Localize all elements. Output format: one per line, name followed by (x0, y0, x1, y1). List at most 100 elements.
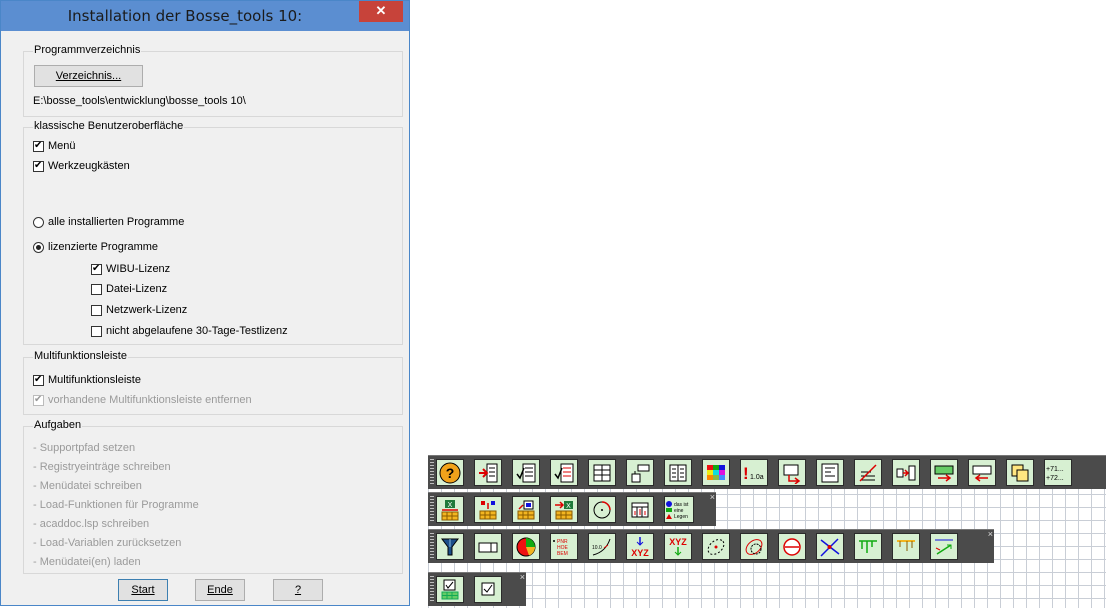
toolbar-row-4: × (428, 572, 526, 606)
arrow-frame-icon[interactable] (778, 459, 806, 486)
ribbon-group (23, 357, 403, 415)
dialog-title: Installation der Bosse_tools 10: (67, 7, 303, 25)
checkbox-box[interactable] (33, 160, 44, 172)
checkbox-icon[interactable] (474, 576, 502, 603)
tasks-group-label: Aufgaben (33, 419, 83, 431)
toolbar-grip[interactable] (430, 533, 434, 560)
checkbox-box[interactable] (91, 304, 102, 316)
ellipse-icon[interactable] (702, 533, 730, 560)
task-item: - Load-Variablen zurücksetzen (33, 537, 182, 549)
installation-dialog: Installation der Bosse_tools 10: ✕ Progr… (0, 0, 410, 606)
help-button[interactable]: ? (273, 579, 323, 601)
end-button[interactable]: Ende (195, 579, 245, 601)
intersection-icon[interactable] (816, 533, 844, 560)
ribbon-checkbox[interactable]: Multifunktionsleiste (33, 374, 141, 386)
checkbox-box[interactable] (91, 263, 102, 275)
close-button[interactable]: ✕ (359, 1, 403, 22)
strike-text-icon[interactable] (854, 459, 882, 486)
svg-text:!: ! (743, 464, 749, 483)
excel-export-icon[interactable]: X (550, 496, 578, 523)
xyz-export-icon[interactable]: XYZ (664, 533, 692, 560)
circle-arc-icon[interactable] (588, 496, 616, 523)
task-item: - acaddoc.lsp schreiben (33, 518, 150, 530)
directory-button[interactable]: Verzeichnis... (34, 65, 143, 87)
move-block-icon[interactable] (892, 459, 920, 486)
title-bar[interactable]: Installation der Bosse_tools 10: ✕ (1, 1, 409, 31)
scale-arrow-icon[interactable] (930, 533, 958, 560)
toolbar-grip[interactable] (430, 576, 434, 603)
legend-icon[interactable]: das ist eine Legen (664, 496, 694, 523)
radio-button[interactable] (33, 241, 44, 253)
checkbox-box[interactable] (33, 374, 44, 386)
start-button[interactable]: Start (118, 579, 168, 601)
file-license-checkbox[interactable]: Datei-Lizenz (91, 283, 167, 295)
svg-text:10.0: 10.0 (592, 545, 602, 551)
dimension-arc-icon[interactable]: 10.0 (588, 533, 616, 560)
no-entry-icon[interactable] (778, 533, 806, 560)
table-select-icon[interactable] (588, 459, 616, 486)
task-item: - Registryeinträge schreiben (33, 461, 171, 473)
pie-chart-icon[interactable] (512, 533, 540, 560)
task-item: - Supportpfad setzen (33, 442, 136, 454)
align-left-icon[interactable] (816, 459, 844, 486)
toolbar-row-3: PNR HOE BEM 10.0 XYZ XYZ × (428, 529, 994, 563)
profile-icon[interactable] (854, 533, 882, 560)
copy-icon[interactable] (1006, 459, 1034, 486)
checkbox-box (33, 394, 44, 406)
toolbar-close-button[interactable]: × (520, 572, 525, 582)
svg-text:+71...: +71... (1046, 466, 1064, 473)
svg-text:?: ? (446, 465, 455, 481)
xyz-coordinate-icon[interactable]: XYZ (626, 533, 654, 560)
intersect-icon[interactable] (740, 533, 768, 560)
arrow-right-box-icon[interactable] (930, 459, 958, 486)
radio-button[interactable] (33, 216, 44, 228)
insert-text-icon[interactable] (474, 459, 502, 486)
svg-text:BEM: BEM (557, 551, 568, 557)
classic-ui-label: klassische Benutzeroberfläche (33, 120, 185, 132)
columns-icon[interactable] (664, 459, 692, 486)
checkbox-box[interactable] (33, 140, 44, 152)
program-dir-label: Programmverzeichnis (33, 44, 142, 56)
point-labels-icon[interactable]: PNR HOE BEM (550, 533, 578, 560)
checkbox-table-icon[interactable] (436, 576, 464, 603)
toolbar-grip[interactable] (430, 459, 434, 486)
svg-text:X: X (448, 502, 453, 509)
network-license-checkbox[interactable]: Netzwerk-Lizenz (91, 304, 187, 316)
toolboxes-checkbox[interactable]: Werkzeugkästen (33, 160, 130, 172)
svg-text:XYZ: XYZ (669, 537, 687, 547)
check-list-icon[interactable] (512, 459, 540, 486)
radio-all-programs[interactable]: alle installierten Programme (33, 216, 184, 228)
toolbar-close-button[interactable]: × (710, 492, 715, 502)
number-sum-icon[interactable]: +71... +72... (1044, 459, 1072, 486)
number-format-icon[interactable]: ! 1.0a (740, 459, 768, 486)
remove-ribbon-checkbox: vorhandene Multifunktionsleiste entferne… (33, 394, 252, 406)
table-insert-icon[interactable] (474, 496, 502, 523)
help-icon[interactable]: ? (436, 459, 464, 486)
check-text-icon[interactable] (550, 459, 578, 486)
excel-import-icon[interactable]: X (436, 496, 464, 523)
toolbar-grip[interactable] (430, 496, 434, 523)
section-icon[interactable] (892, 533, 920, 560)
color-palette-icon[interactable] (702, 459, 730, 486)
checkbox-box[interactable] (91, 325, 102, 337)
ribbon-group-label: Multifunktionsleiste (33, 350, 128, 362)
trial-license-checkbox[interactable]: nicht abgelaufene 30-Tage-Testlizenz (91, 325, 288, 337)
filter-icon[interactable] (436, 533, 464, 560)
radio-licensed-programs[interactable]: lizenzierte Programme (33, 241, 158, 253)
task-item: - Menüdatei schreiben (33, 480, 142, 492)
rectangle-icon[interactable] (474, 533, 502, 560)
layout-icon[interactable] (626, 459, 654, 486)
svg-text:Legen: Legen (674, 514, 688, 520)
program-path: E:\bosse_tools\entwicklung\bosse_tools 1… (33, 95, 246, 107)
svg-text:1.0a: 1.0a (750, 474, 764, 481)
toolbar-close-button[interactable]: × (988, 529, 993, 539)
toolbar-row-2: X X das ist eine Legen × (428, 492, 716, 526)
table-color-icon[interactable] (512, 496, 540, 523)
svg-text:+72...: +72... (1046, 475, 1064, 482)
menu-checkbox[interactable]: Menü (33, 140, 76, 152)
arrow-left-box-icon[interactable] (968, 459, 996, 486)
wibu-license-checkbox[interactable]: WIBU-Lizenz (91, 263, 170, 275)
column-marks-icon[interactable] (626, 496, 654, 523)
checkbox-box[interactable] (91, 283, 102, 295)
task-item: - Load-Funktionen für Programme (33, 499, 199, 511)
